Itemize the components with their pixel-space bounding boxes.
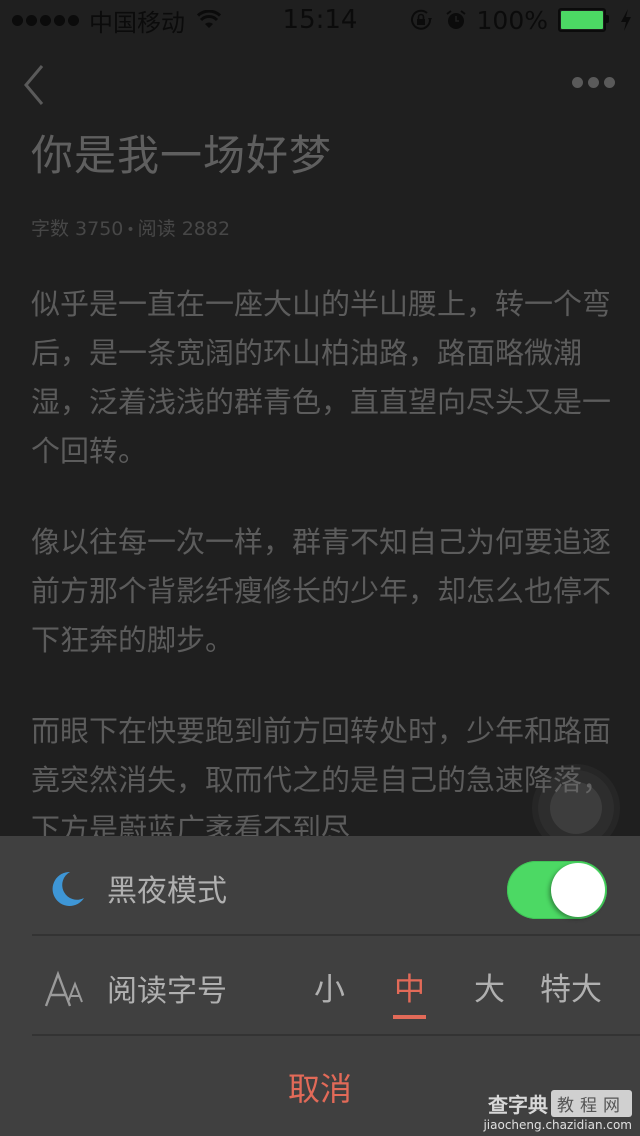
read-count: 阅读 2882 (137, 218, 231, 240)
back-button[interactable] (18, 62, 58, 108)
reading-settings-sheet: 黑夜模式 阅读字号 小 中 大 特大 取消 查字典 教程网 jiaocheng.… (0, 836, 640, 1136)
word-count: 字数 3750 (31, 218, 124, 240)
alarm-icon (445, 10, 466, 29)
article-body: 似乎是一直在一座大山的半山腰上，转一个弯后，是一条宽阔的环山柏油路，路面略微潮湿… (31, 280, 616, 896)
font-size-options: 小 中 大 特大 (300, 964, 620, 1019)
rotation-lock-icon (410, 9, 432, 30)
status-bar: 中国移动 15:14 100% (0, 0, 640, 40)
night-mode-label: 黑夜模式 (107, 874, 227, 909)
font-size-extra-large[interactable]: 特大 (540, 964, 602, 1009)
font-size-medium[interactable]: 中 (393, 964, 426, 1019)
battery-percent: 100% (476, 5, 548, 35)
more-button[interactable] (572, 70, 618, 94)
charging-bolt-icon (621, 9, 631, 31)
font-size-row: 阅读字号 小 中 大 特大 (0, 936, 640, 1036)
meta-separator: • (126, 221, 135, 238)
watermark-brand: 查字典 (488, 1093, 548, 1117)
font-size-small[interactable]: 小 (314, 964, 345, 1009)
night-mode-toggle[interactable] (507, 861, 607, 919)
paragraph: 像以往每一次一样，群青不知自己为何要追逐前方那个背影纤瘦修长的少年，却怎么也停不… (31, 525, 612, 657)
font-size-large[interactable]: 大 (474, 964, 505, 1009)
article-meta: 字数 3750 • 阅读 2882 (31, 214, 230, 241)
night-mode-row: 黑夜模式 (0, 836, 640, 936)
font-size-icon (44, 970, 83, 1007)
watermark-box: 教程网 (551, 1090, 632, 1117)
assistive-touch-button[interactable] (538, 770, 614, 846)
paragraph: 而眼下在快要跑到前方回转处时，少年和路面竟突然消失，取而代之的是自己的急速降落，… (31, 714, 612, 846)
more-dots-icon (572, 76, 583, 88)
battery-icon (558, 8, 609, 32)
article-title: 你是我一场好梦 (31, 131, 333, 180)
paragraph: 似乎是一直在一座大山的半山腰上，转一个弯后，是一条宽阔的环山柏油路，路面略微潮湿… (31, 287, 612, 468)
watermark: 查字典 教程网 jiaocheng.chazidian.com (483, 1089, 632, 1132)
moon-icon (52, 871, 84, 906)
toggle-knob (551, 863, 605, 917)
watermark-url: jiaocheng.chazidian.com (483, 1118, 632, 1132)
chevron-left-icon (24, 65, 44, 105)
font-size-label: 阅读字号 (107, 974, 227, 1009)
